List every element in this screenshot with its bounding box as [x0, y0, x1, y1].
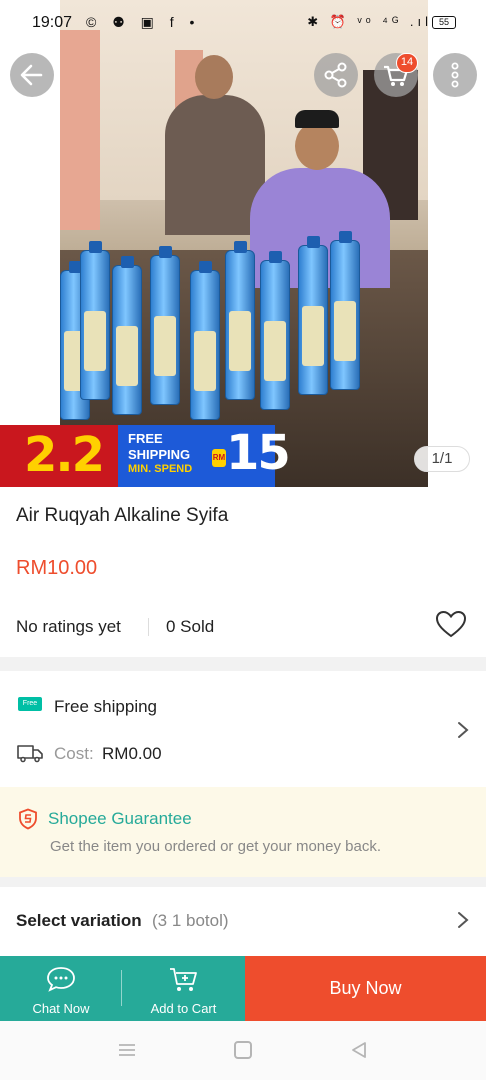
shield-icon [19, 808, 37, 830]
chevron-right-icon [458, 912, 469, 928]
divider [148, 618, 149, 636]
add-to-cart-label: Add to Cart [150, 1001, 217, 1016]
notification-icons: © ⚉ ▣ f • [86, 14, 201, 30]
battery-icon: 55 [432, 16, 456, 29]
arrow-left-icon [20, 64, 43, 86]
promo-shipping: SHIPPING [128, 447, 191, 462]
guarantee-title: Shopee Guarantee [48, 809, 192, 828]
variation-value: (3 1 botol) [152, 911, 229, 930]
promo-min-spend: MIN. SPEND [128, 463, 193, 475]
chat-icon [47, 967, 75, 992]
free-shipping-label: Free shipping [54, 697, 158, 716]
recent-apps-icon[interactable] [118, 1043, 136, 1057]
system-navigation-bar [0, 1021, 486, 1080]
product-photo[interactable] [60, 0, 428, 487]
chat-now-button[interactable]: Chat Now [0, 956, 122, 1021]
product-price: RM10.00 [16, 557, 98, 579]
back-button[interactable] [10, 53, 54, 97]
product-info-card: Air Ruqyah Alkaline Syifa RM10.00 No rat… [0, 487, 486, 657]
add-to-cart-button[interactable]: Add to Cart [122, 956, 245, 1021]
divider [121, 970, 122, 1006]
shipping-cost-value: RM0.00 [102, 744, 162, 763]
shipping-section[interactable]: Free Free shipping Cost: RM0.00 [0, 671, 486, 787]
share-button[interactable] [314, 53, 358, 97]
product-image-gallery[interactable]: 2.2 FREE SHIPPING MIN. SPEND RM 15 1/1 1… [0, 0, 486, 487]
promo-currency: RM [212, 449, 226, 467]
back-triangle-icon[interactable] [350, 1041, 368, 1059]
sold-count: 0 Sold [166, 617, 215, 636]
status-bar: 19:07 © ⚉ ▣ f • ✱ ⏰ ᵛᵒ ⁴ᴳ .ıl 55 [0, 0, 486, 44]
more-options-button[interactable] [433, 53, 477, 97]
promo-banner-date: 2.2 [0, 425, 118, 487]
more-vertical-icon [451, 62, 459, 88]
system-icons: ✱ ⏰ ᵛᵒ ⁴ᴳ .ıl [307, 14, 432, 29]
photo-water-bottles [60, 210, 380, 425]
add-to-cart-icon [170, 968, 197, 991]
product-title: Air Ruqyah Alkaline Syifa [16, 505, 229, 526]
select-variation-row[interactable]: Select variation (3 1 botol) [0, 887, 486, 957]
bottom-action-bar: Chat Now Add to Cart Buy Now [0, 956, 486, 1021]
promo-date: 2.2 [24, 427, 105, 483]
buy-now-button[interactable]: Buy Now [245, 956, 486, 1021]
share-icon [324, 62, 347, 88]
promo-banner-shipping: FREE SHIPPING MIN. SPEND RM 15 [118, 425, 291, 487]
guarantee-subtitle: Get the item you ordered or get your mon… [50, 838, 382, 855]
image-counter: 1/1 [414, 446, 470, 472]
ratings-text[interactable]: No ratings yet [16, 617, 121, 637]
chevron-right-icon [458, 722, 469, 738]
variation-label: Select variation [16, 911, 142, 930]
shipping-cost-label: Cost: [54, 744, 94, 763]
cart-count-badge: 14 [396, 53, 418, 73]
promo-free: FREE [128, 431, 163, 446]
truck-icon [17, 745, 43, 763]
photo-pillar [60, 30, 100, 230]
shopee-guarantee-section[interactable]: Shopee Guarantee Get the item you ordere… [0, 787, 486, 877]
free-shipping-icon: Free [18, 697, 42, 711]
heart-icon[interactable] [434, 609, 468, 639]
chat-now-label: Chat Now [32, 1001, 90, 1016]
status-time: 19:07 [32, 14, 73, 31]
promo-amount: 15 [226, 425, 291, 481]
home-icon[interactable] [234, 1041, 252, 1059]
